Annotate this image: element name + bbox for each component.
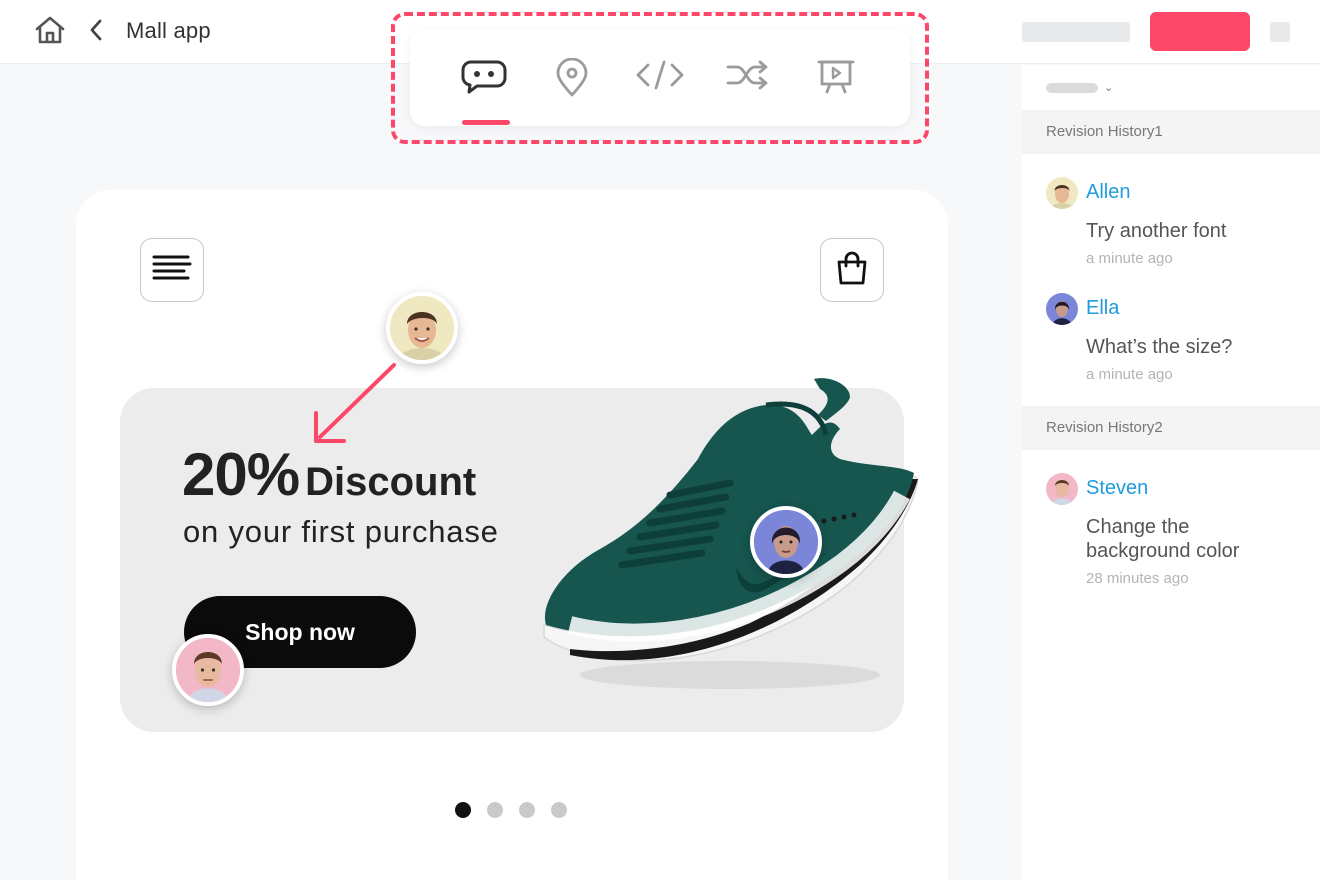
presentation-icon	[816, 52, 856, 101]
hamburger-menu-icon	[152, 253, 192, 288]
comment-time: a minute ago	[1086, 250, 1173, 267]
presentation-tool[interactable]	[808, 52, 864, 104]
menu-button[interactable]	[140, 238, 204, 302]
allen-avatar	[1046, 177, 1078, 209]
allen-comment-avatar[interactable]	[386, 292, 458, 364]
comment-text: Try another font	[1086, 220, 1227, 242]
comment-tool[interactable]	[456, 52, 512, 104]
carousel-dot[interactable]	[519, 802, 535, 818]
chevron-left-icon	[88, 18, 104, 47]
shuffle-icon	[725, 52, 771, 97]
comment-time: a minute ago	[1086, 366, 1173, 383]
home-button[interactable]	[30, 14, 70, 50]
chevron-down-icon: ⌄	[1104, 82, 1114, 94]
ella-comment-avatar[interactable]	[750, 506, 822, 578]
discount-percent: 20%	[182, 441, 300, 508]
toolbar	[410, 30, 910, 126]
location-tool[interactable]	[544, 52, 600, 104]
code-tool[interactable]	[632, 52, 688, 104]
comment-author[interactable]: Allen	[1086, 181, 1130, 204]
banner-subline: on your first purchase	[183, 514, 499, 549]
shopping-bag-icon	[834, 250, 870, 291]
steven-avatar	[1046, 473, 1078, 505]
revision-section-header[interactable]: Revision History1	[1022, 110, 1320, 154]
comment-author[interactable]: Ella	[1086, 297, 1119, 320]
discount-label: Discount	[305, 460, 477, 504]
shuffle-tool[interactable]	[720, 52, 776, 104]
home-icon	[34, 15, 66, 50]
location-pin-icon	[554, 52, 590, 103]
filter-placeholder	[1046, 83, 1098, 93]
code-icon	[635, 52, 685, 97]
sneaker-image	[530, 375, 930, 695]
back-button[interactable]	[82, 16, 110, 48]
steven-comment-avatar[interactable]	[172, 634, 244, 706]
carousel-dot[interactable]	[551, 802, 567, 818]
primary-action-button[interactable]	[1150, 12, 1250, 51]
comment-text: Change the background color	[1086, 516, 1240, 562]
comment-author[interactable]: Steven	[1086, 477, 1148, 500]
comment-text: What’s the size?	[1086, 336, 1233, 358]
ella-avatar	[1046, 293, 1078, 325]
comment-time: 28 minutes ago	[1086, 570, 1189, 587]
comment-icon	[461, 52, 507, 99]
cart-button[interactable]	[820, 238, 884, 302]
revision-section-header[interactable]: Revision History2	[1022, 406, 1320, 450]
app-title: Mall app	[126, 18, 211, 43]
active-tool-indicator	[462, 120, 510, 125]
carousel-dot[interactable]	[487, 802, 503, 818]
comment-filter-dropdown[interactable]: ⌄	[1046, 80, 1116, 96]
carousel-dots	[455, 802, 567, 818]
header-placeholder	[1022, 22, 1130, 42]
annotation-arrow	[314, 363, 396, 443]
more-options-button[interactable]	[1270, 22, 1290, 42]
carousel-dot[interactable]	[455, 802, 471, 818]
